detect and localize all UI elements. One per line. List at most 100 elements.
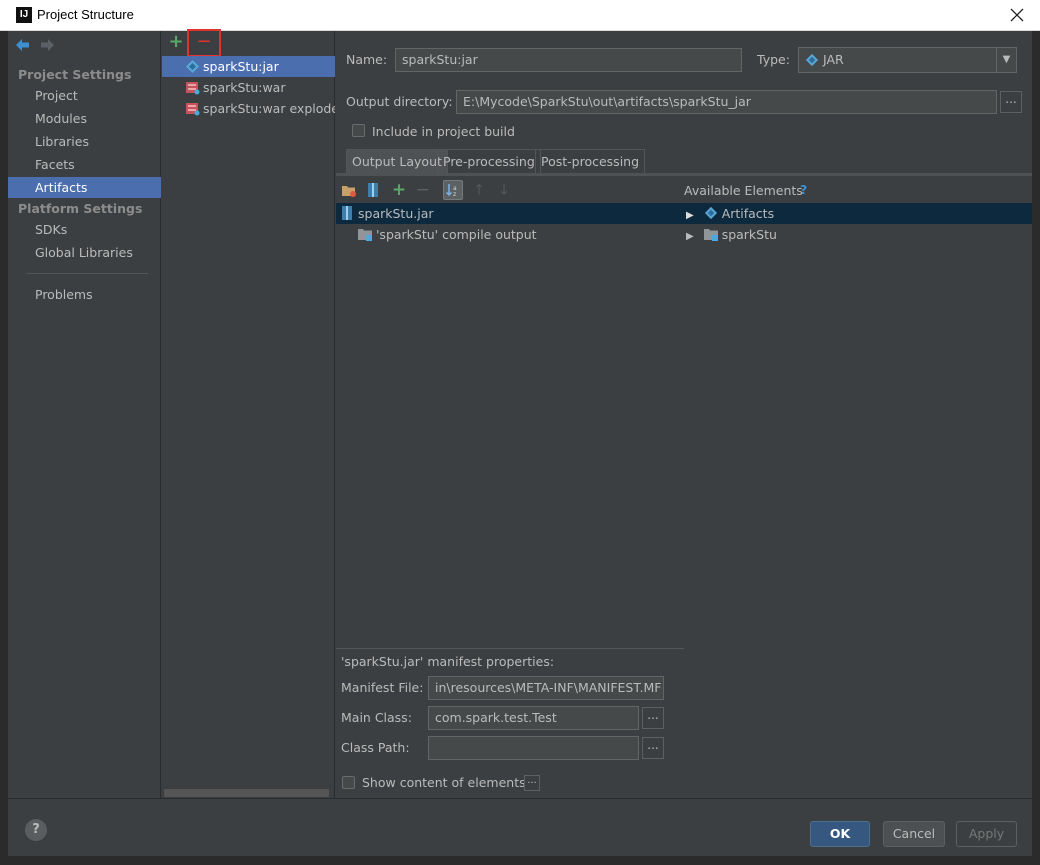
manifest-file-label: Manifest File:: [341, 680, 424, 695]
archive-icon: [368, 183, 378, 197]
svg-text:z: z: [453, 191, 456, 198]
create-archive-button[interactable]: [363, 180, 383, 200]
class-path-label: Class Path:: [341, 740, 410, 755]
sidebar-item-facets[interactable]: Facets: [8, 154, 161, 175]
tree-item-label: 'sparkStu' compile output: [376, 227, 537, 242]
output-directory-browse-button[interactable]: ...: [1000, 91, 1022, 113]
arrow-left-icon: [16, 39, 29, 51]
sidebar-item-modules[interactable]: Modules: [8, 108, 161, 129]
artifact-editor: Name: sparkStu:jar Type: JAR ▼ Output di…: [336, 31, 1032, 798]
artifact-item-sparkstu-war[interactable]: sparkStu:war: [162, 77, 335, 98]
jar-type-icon: [805, 53, 819, 67]
type-select[interactable]: JAR ▼: [798, 47, 1017, 73]
help-button[interactable]: ?: [25, 819, 47, 841]
add-element-button[interactable]: +: [389, 180, 409, 200]
artifact-label: sparkStu:war: [203, 80, 286, 95]
artifact-item-sparkstu-war-exploded[interactable]: sparkStu:war exploded: [162, 98, 335, 119]
available-item-artifacts[interactable]: ▶ Artifacts: [686, 203, 774, 224]
chevron-down-icon: ▼: [996, 48, 1016, 72]
manifest-file-field[interactable]: in\resources\META-INF\MANIFEST.MF: [428, 676, 664, 700]
sidebar-item-sdks[interactable]: SDKs: [8, 219, 161, 240]
background-window-right: [1032, 31, 1040, 865]
close-button[interactable]: [1002, 0, 1032, 30]
manifest-title: 'sparkStu.jar' manifest properties:: [341, 654, 555, 669]
new-folder-icon: [342, 186, 356, 197]
dialog-button-bar: ? OK Cancel Apply: [8, 798, 1032, 856]
cancel-button[interactable]: Cancel: [883, 821, 945, 847]
back-button[interactable]: [14, 37, 32, 53]
remove-artifact-button[interactable]: −: [195, 33, 213, 51]
intellij-app-icon: IJ: [16, 7, 32, 23]
type-value: JAR: [823, 52, 844, 67]
ok-button[interactable]: OK: [810, 821, 870, 847]
platform-settings-header: Platform Settings: [18, 201, 143, 216]
sidebar-item-problems[interactable]: Problems: [8, 284, 161, 305]
title-bar: IJ Project Structure: [0, 0, 1040, 31]
sidebar-item-artifacts[interactable]: Artifacts: [8, 177, 161, 198]
module-folder-icon: [703, 229, 718, 241]
available-item-label: Artifacts: [721, 206, 775, 221]
sort-button[interactable]: a z: [443, 180, 463, 200]
module-output-icon: [358, 229, 372, 241]
output-tree-selection-row: [336, 203, 1032, 224]
class-path-browse-button[interactable]: ...: [642, 737, 664, 759]
forward-button[interactable]: [38, 37, 56, 53]
sort-alpha-icon: a z: [445, 184, 457, 198]
tab-output-layout[interactable]: Output Layout: [346, 149, 448, 173]
artifact-label: sparkStu:jar: [203, 59, 279, 74]
main-class-browse-button[interactable]: ...: [642, 707, 664, 729]
apply-button[interactable]: Apply: [956, 821, 1017, 847]
sidebar-item-global-libraries[interactable]: Global Libraries: [8, 242, 161, 263]
output-directory-label: Output directory:: [346, 94, 453, 109]
include-build-checkbox[interactable]: [352, 124, 365, 137]
name-field[interactable]: sparkStu:jar: [395, 48, 742, 72]
manifest-divider: [336, 648, 684, 649]
project-settings-header: Project Settings: [18, 67, 132, 82]
tab-post-processing[interactable]: Post-processing: [535, 149, 646, 173]
tree-item-label: sparkStu.jar: [358, 206, 434, 221]
expand-arrow-icon[interactable]: ▶: [686, 231, 694, 242]
war-exploded-icon: [186, 103, 200, 116]
close-icon: [1010, 8, 1024, 22]
settings-sidebar: Project Settings Project Modules Librari…: [8, 31, 161, 798]
show-content-options-button[interactable]: ...: [524, 775, 540, 791]
move-down-button[interactable]: 🡓: [494, 180, 514, 200]
main-class-label: Main Class:: [341, 710, 412, 725]
available-elements-label: Available Elements: [684, 183, 803, 198]
horizontal-scrollbar[interactable]: [164, 789, 329, 797]
tree-item-sparkstu-jar[interactable]: sparkStu.jar: [340, 203, 434, 224]
output-layout-toolbar: + − a z 🡑 🡓 Available Elements ?: [336, 177, 1032, 203]
include-build-label: Include in project build: [372, 124, 515, 139]
expand-arrow-icon[interactable]: ▶: [686, 210, 694, 221]
sidebar-item-project[interactable]: Project: [8, 85, 161, 106]
help-question-icon[interactable]: ?: [800, 182, 807, 197]
tab-underline: [336, 173, 1032, 176]
main-class-field[interactable]: com.spark.test.Test: [428, 706, 639, 730]
artifacts-list-panel: + − sparkStu:jar sparkStu:war sparkStu:w…: [162, 29, 335, 798]
remove-element-button[interactable]: −: [413, 180, 433, 200]
move-up-button[interactable]: 🡑: [469, 180, 489, 200]
output-directory-field[interactable]: E:\Mycode\SparkStu\out\artifacts\sparkSt…: [456, 90, 997, 114]
tree-item-compile-output[interactable]: 'sparkStu' compile output: [358, 224, 537, 245]
background-window-left: [0, 31, 8, 865]
add-artifact-button[interactable]: +: [168, 33, 184, 51]
arrow-right-icon: [41, 39, 54, 51]
artifact-item-sparkstu-jar[interactable]: sparkStu:jar: [162, 56, 335, 77]
name-label: Name:: [346, 52, 388, 67]
highlight-box: −: [187, 29, 221, 57]
available-item-sparkstu[interactable]: ▶ sparkStu: [686, 224, 777, 245]
tab-pre-processing[interactable]: Pre-processing: [437, 149, 541, 173]
window-bottom-edge: [0, 856, 1040, 865]
type-label: Type:: [757, 52, 790, 67]
artifact-label: sparkStu:war exploded: [203, 101, 335, 116]
show-content-label: Show content of elements: [362, 775, 526, 790]
sidebar-divider: [26, 273, 148, 274]
artifact-icon: [704, 206, 717, 220]
show-content-checkbox[interactable]: [342, 776, 355, 789]
create-directory-button[interactable]: [339, 180, 359, 200]
class-path-field[interactable]: [428, 736, 639, 760]
sidebar-item-libraries[interactable]: Libraries: [8, 131, 161, 152]
available-item-label: sparkStu: [721, 227, 777, 242]
window-title: Project Structure: [37, 7, 134, 22]
war-icon: [186, 82, 200, 95]
